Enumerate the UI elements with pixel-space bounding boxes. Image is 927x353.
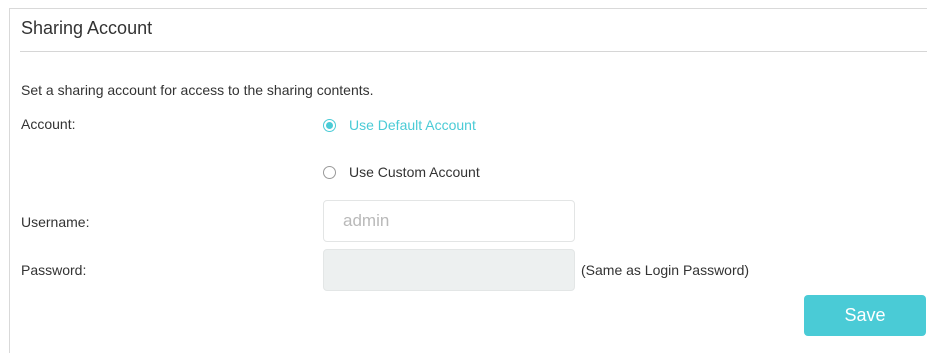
account-label: Account: <box>21 116 76 132</box>
title-divider <box>20 51 927 52</box>
radio-custom-account[interactable]: Use Custom Account <box>323 164 480 180</box>
username-input[interactable] <box>323 200 575 242</box>
radio-default-account-label[interactable]: Use Default Account <box>349 117 476 133</box>
radio-custom-account-label[interactable]: Use Custom Account <box>349 164 480 180</box>
radio-unchecked-icon[interactable] <box>323 165 336 179</box>
password-input <box>323 249 575 291</box>
password-hint: (Same as Login Password) <box>581 262 750 278</box>
password-label: Password: <box>21 262 87 278</box>
sharing-account-panel: Sharing Account Set a sharing account fo… <box>9 8 927 353</box>
panel-title: Sharing Account <box>21 18 153 38</box>
panel-description: Set a sharing account for access to the … <box>21 82 374 98</box>
radio-checked-icon[interactable] <box>323 118 336 132</box>
radio-default-account[interactable]: Use Default Account <box>323 117 476 133</box>
save-button[interactable]: Save <box>804 295 926 336</box>
username-label: Username: <box>21 214 90 230</box>
